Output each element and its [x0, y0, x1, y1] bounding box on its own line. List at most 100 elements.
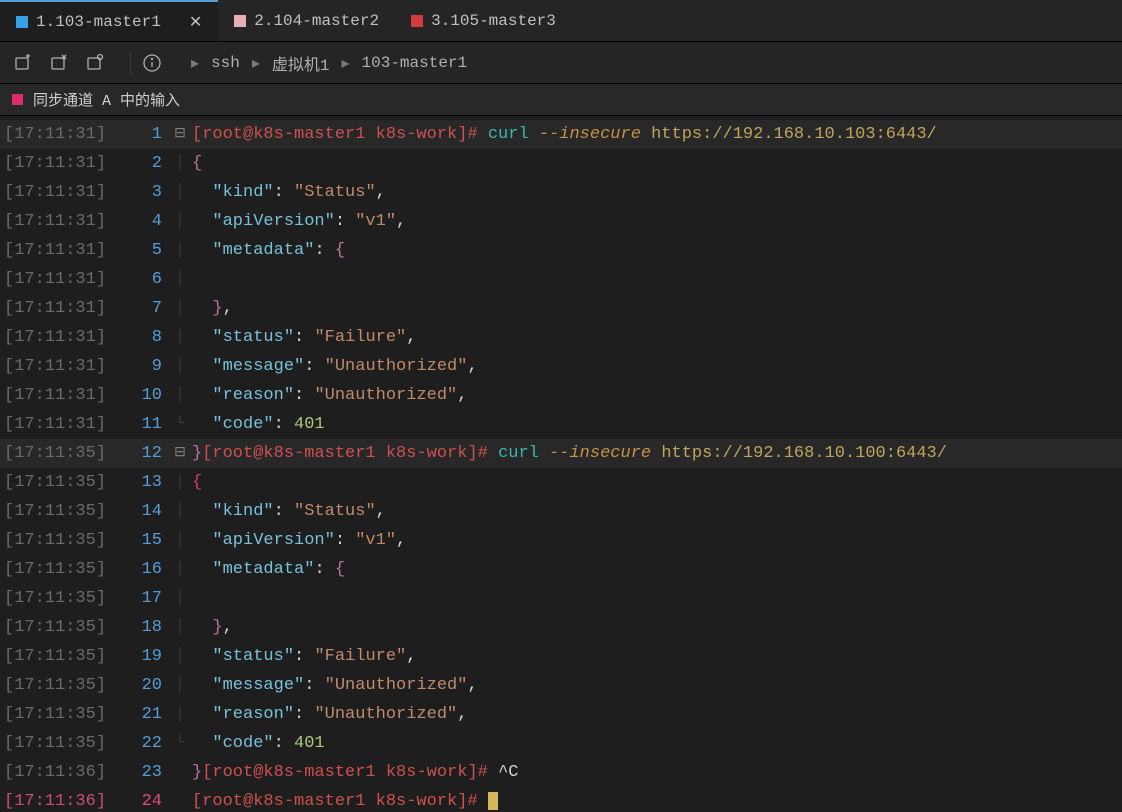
code-line: "status": "Failure", — [192, 642, 1122, 671]
crumb-vm[interactable]: 虚拟机1 — [272, 51, 330, 75]
fold-gutter: │ — [168, 555, 192, 584]
chevron-right-icon: ▸ — [252, 53, 260, 73]
fold-gutter: └ — [168, 410, 192, 439]
line-number: 2 — [118, 149, 168, 178]
fold-gutter: │ — [168, 294, 192, 323]
line-number: 1 — [118, 120, 168, 149]
close-tab-icon[interactable] — [48, 52, 70, 74]
tab-label: 1.103-master1 — [36, 13, 161, 31]
fold-gutter: └ — [168, 729, 192, 758]
code-line: "reason": "Unauthorized", — [192, 381, 1122, 410]
timestamp: [17:11:35] — [0, 729, 118, 758]
fold-gutter: │ — [168, 178, 192, 207]
timestamp: [17:11:35] — [0, 555, 118, 584]
timestamp: [17:11:31] — [0, 178, 118, 207]
code-line: "metadata": { — [192, 236, 1122, 265]
fold-gutter: │ — [168, 149, 192, 178]
code-line: "apiVersion": "v1", — [192, 526, 1122, 555]
fold-gutter: │ — [168, 497, 192, 526]
timestamp: [17:11:31] — [0, 236, 118, 265]
code-line: "message": "Unauthorized", — [192, 352, 1122, 381]
timestamp: [17:11:35] — [0, 613, 118, 642]
line-number: 14 — [118, 497, 168, 526]
line-number: 23 — [118, 758, 168, 787]
line-number: 12 — [118, 439, 168, 468]
timestamp: [17:11:35] — [0, 497, 118, 526]
fold-gutter: │ — [168, 207, 192, 236]
timestamp: [17:11:31] — [0, 120, 118, 149]
line-number: 6 — [118, 265, 168, 294]
tab-label: 2.104-master2 — [254, 12, 379, 30]
code-line: "code": 401 — [192, 410, 1122, 439]
fold-gutter — [168, 758, 192, 787]
timestamp: [17:11:35] — [0, 700, 118, 729]
code-line — [192, 265, 1122, 294]
line-number: 16 — [118, 555, 168, 584]
fold-icon[interactable]: ⊟ — [168, 439, 192, 468]
line-number: 20 — [118, 671, 168, 700]
fold-gutter: │ — [168, 526, 192, 555]
code-line: "code": 401 — [192, 729, 1122, 758]
tab-105-master3[interactable]: 3.105-master3 — [395, 0, 572, 41]
tab-label: 3.105-master3 — [431, 12, 556, 30]
fold-gutter: │ — [168, 323, 192, 352]
line-number: 9 — [118, 352, 168, 381]
fold-gutter: │ — [168, 613, 192, 642]
chevron-right-icon: ▸ — [191, 53, 199, 73]
terminal-output[interactable]: [17:11:31]1⊟[root@k8s-master1 k8s-work]#… — [0, 116, 1122, 812]
code-line[interactable]: [root@k8s-master1 k8s-work]# — [192, 787, 1122, 812]
line-number: 11 — [118, 410, 168, 439]
fold-gutter: │ — [168, 642, 192, 671]
fold-gutter: │ — [168, 700, 192, 729]
tab-indicator-icon — [234, 15, 246, 27]
crumb-host[interactable]: 103-master1 — [362, 54, 468, 72]
line-number: 15 — [118, 526, 168, 555]
code-line: }, — [192, 613, 1122, 642]
timestamp: [17:11:36] — [0, 787, 118, 812]
code-line: { — [192, 468, 1122, 497]
fold-gutter: │ — [168, 236, 192, 265]
line-number: 18 — [118, 613, 168, 642]
code-line: }, — [192, 294, 1122, 323]
new-tab-icon[interactable] — [12, 52, 34, 74]
timestamp: [17:11:31] — [0, 381, 118, 410]
tab-indicator-icon — [411, 15, 423, 27]
close-icon[interactable]: ✕ — [189, 12, 202, 32]
timestamp: [17:11:35] — [0, 526, 118, 555]
timestamp: [17:11:35] — [0, 468, 118, 497]
tab-104-master2[interactable]: 2.104-master2 — [218, 0, 395, 41]
line-number: 24 — [118, 787, 168, 812]
timestamp: [17:11:31] — [0, 294, 118, 323]
line-number: 10 — [118, 381, 168, 410]
sync-channel-bar: 同步通道 A 中的输入 — [0, 84, 1122, 116]
timestamp: [17:11:35] — [0, 439, 118, 468]
timestamp: [17:11:31] — [0, 410, 118, 439]
timestamp: [17:11:31] — [0, 207, 118, 236]
line-number: 21 — [118, 700, 168, 729]
breadcrumb: ▸ ssh ▸ 虚拟机1 ▸ 103-master1 — [191, 51, 467, 75]
timestamp: [17:11:35] — [0, 584, 118, 613]
line-number: 19 — [118, 642, 168, 671]
toolbar: ▸ ssh ▸ 虚拟机1 ▸ 103-master1 — [0, 42, 1122, 84]
line-number: 17 — [118, 584, 168, 613]
timestamp: [17:11:31] — [0, 352, 118, 381]
line-number: 8 — [118, 323, 168, 352]
code-line: "reason": "Unauthorized", — [192, 700, 1122, 729]
fold-gutter: │ — [168, 671, 192, 700]
fold-gutter: │ — [168, 584, 192, 613]
info-icon[interactable] — [141, 52, 163, 74]
crumb-ssh[interactable]: ssh — [211, 54, 240, 72]
timestamp: [17:11:36] — [0, 758, 118, 787]
fold-gutter: │ — [168, 265, 192, 294]
tab-103-master1[interactable]: 1.103-master1 ✕ — [0, 0, 218, 41]
line-number: 3 — [118, 178, 168, 207]
code-line: "status": "Failure", — [192, 323, 1122, 352]
fold-icon[interactable]: ⊟ — [168, 120, 192, 149]
code-line: "apiVersion": "v1", — [192, 207, 1122, 236]
tab-indicator-icon — [16, 16, 28, 28]
timestamp: [17:11:31] — [0, 265, 118, 294]
code-line: }[root@k8s-master1 k8s-work]# ^C — [192, 758, 1122, 787]
duplicate-tab-icon[interactable] — [84, 52, 106, 74]
line-number: 7 — [118, 294, 168, 323]
cursor-icon — [488, 792, 498, 810]
